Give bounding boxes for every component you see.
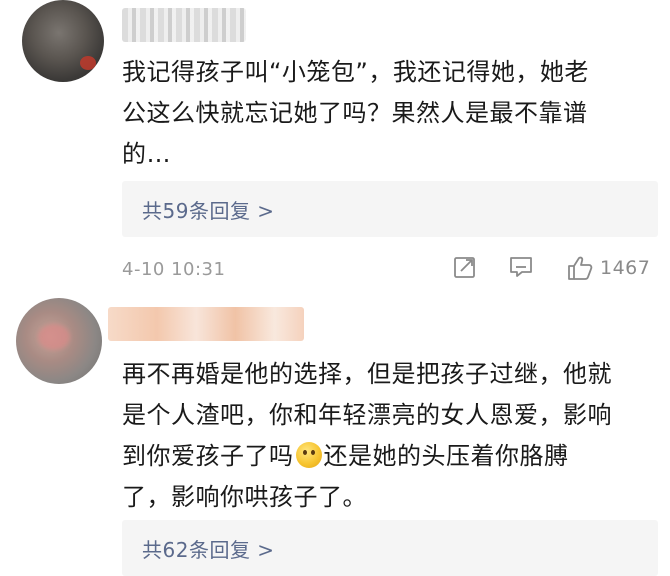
comment-button[interactable]: [508, 254, 534, 280]
share-icon: [454, 257, 475, 278]
replies-count-label: 共62条回复 >: [142, 537, 275, 562]
share-button[interactable]: [452, 254, 478, 280]
view-replies-button[interactable]: 共62条回复 >: [122, 520, 658, 576]
blurred-username[interactable]: [108, 307, 304, 341]
comment-text: 我记得孩子叫“小笼包”，我还记得她，她老 公这么快就忘记她了吗？果然人是最不靠谱…: [122, 58, 589, 168]
avatar[interactable]: [16, 298, 102, 384]
avatar-face-blur: [38, 324, 70, 350]
thinking-face-emoji-icon: [295, 442, 322, 468]
avatar[interactable]: [22, 0, 104, 82]
blurred-username[interactable]: [122, 8, 246, 42]
replies-count-label: 共59条回复 >: [142, 198, 275, 223]
comment-text: 再不再婚是他的选择，但是把孩子过继，他就 是个人渣吧，你和年轻漂亮的女人恩爱，影…: [122, 360, 612, 511]
view-replies-button[interactable]: 共59条回复 >: [122, 181, 658, 237]
avatar-badge: [80, 56, 96, 70]
like-count: 1467: [600, 257, 651, 279]
like-button[interactable]: 1467: [566, 254, 650, 282]
comment-icon: [510, 257, 532, 277]
comment-timestamp: 4-10 10:31: [122, 259, 226, 280]
like-icon: [568, 256, 593, 280]
